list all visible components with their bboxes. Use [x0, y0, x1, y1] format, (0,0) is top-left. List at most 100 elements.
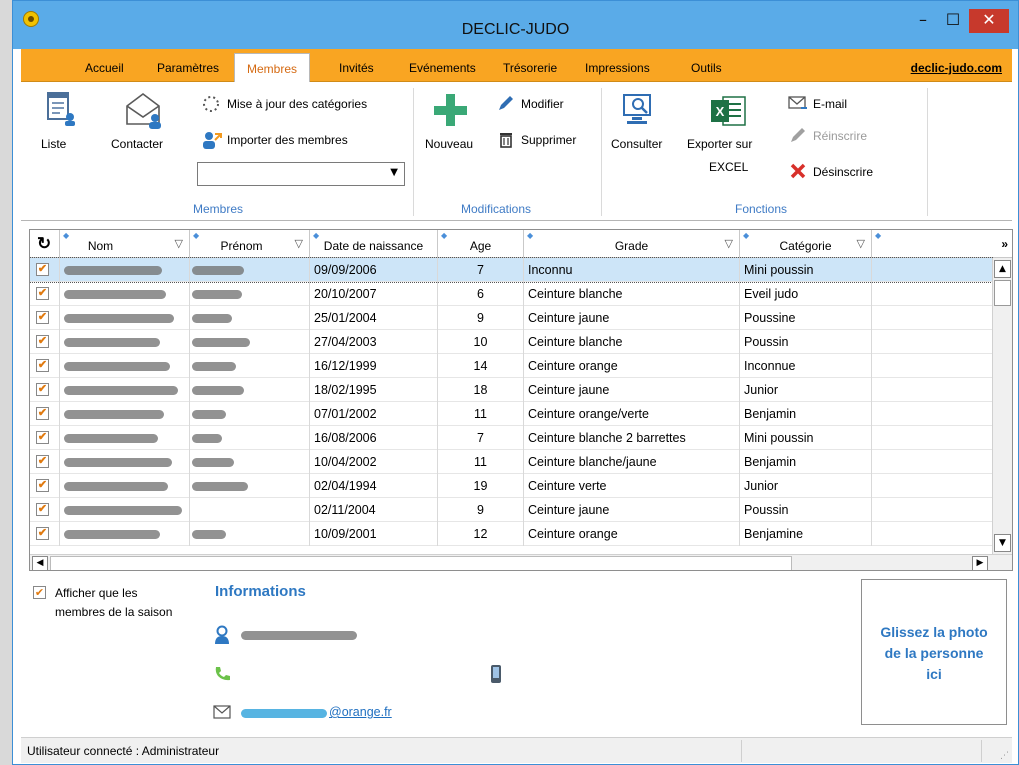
maximize-button[interactable]: ☐	[938, 9, 968, 33]
ribbon-separator	[601, 88, 602, 216]
season-only-checkbox[interactable]: ✔ Afficher que les membres de la saison	[33, 586, 203, 626]
tab-accueil[interactable]: Accueil	[85, 61, 124, 75]
header-prenom[interactable]: ◆ Prénom ▽	[190, 230, 310, 258]
more-columns-icon[interactable]: »	[1001, 237, 1008, 251]
row-checkbox-cell: ✔	[30, 498, 60, 522]
scroll-thumb[interactable]	[994, 280, 1011, 306]
email-link[interactable]: @orange.fr	[241, 705, 441, 723]
cell-prenom	[190, 282, 310, 306]
scroll-right-icon[interactable]: ▶	[972, 556, 988, 570]
filter-icon[interactable]: ▽	[295, 237, 303, 250]
desinscrire-button[interactable]: Désinscrire	[785, 162, 895, 182]
minimize-button[interactable]: –	[908, 9, 938, 33]
tab-membres[interactable]: Membres	[234, 53, 311, 83]
reinscrire-label: Réinscrire	[813, 129, 868, 143]
email-button[interactable]: E-mail	[785, 94, 885, 114]
filter-icon[interactable]: ▽	[725, 237, 733, 250]
cell-date: 16/12/1999	[310, 354, 438, 378]
table-row[interactable]: ✔ 07/01/2002 11 Ceinture orange/verte Benjam…	[30, 402, 992, 426]
table-row[interactable]: ✔ 16/12/1999 14 Ceinture orange Inconnue	[30, 354, 992, 378]
members-filter-dropdown[interactable]: ▼	[197, 162, 405, 186]
cell-categorie: Benjamine	[740, 522, 872, 546]
row-checkbox[interactable]: ✔	[36, 287, 49, 300]
tab-evenements[interactable]: Evénements	[409, 61, 476, 75]
export-excel-button[interactable]: X Exporter sur EXCEL	[681, 88, 777, 178]
contacter-button[interactable]: Contacter	[107, 88, 183, 152]
cell-nom	[60, 498, 190, 522]
header-extra[interactable]: ◆ »	[872, 230, 1012, 258]
row-checkbox[interactable]: ✔	[36, 359, 49, 372]
tab-outils[interactable]: Outils	[691, 61, 722, 75]
table-row[interactable]: ✔ 10/04/2002 11 Ceinture blanche/jaune Benja…	[30, 450, 992, 474]
table-row[interactable]: ✔ 10/09/2001 12 Ceinture orange Benjamine	[30, 522, 992, 546]
redacted-firstname	[192, 530, 226, 539]
row-checkbox[interactable]: ✔	[36, 335, 49, 348]
title-bar[interactable]: DECLIC-JUDO – ☐ ✕	[13, 1, 1018, 49]
row-checkbox[interactable]: ✔	[36, 479, 49, 492]
scroll-up-icon[interactable]: ▲	[994, 260, 1011, 278]
cell-nom	[60, 258, 190, 282]
photo-drop-zone[interactable]: Glissez la photo de la personne ici	[861, 579, 1007, 725]
table-row[interactable]: ✔ 27/04/2003 10 Ceinture blanche Poussin	[30, 330, 992, 354]
row-checkbox[interactable]: ✔	[36, 431, 49, 444]
scroll-down-icon[interactable]: ▼	[994, 534, 1011, 552]
row-checkbox[interactable]: ✔	[36, 503, 49, 516]
checkbox-checked-icon[interactable]: ✔	[33, 586, 46, 599]
row-checkbox[interactable]: ✔	[36, 383, 49, 396]
header-nom[interactable]: ◆ Nom ▽	[60, 230, 190, 258]
table-row[interactable]: ✔ 09/09/2006 7 Inconnu Mini poussin	[30, 257, 993, 283]
supprimer-button[interactable]: Supprimer	[495, 130, 595, 150]
table-row[interactable]: ✔ 02/11/2004 9 Ceinture jaune Poussin	[30, 498, 992, 522]
horizontal-scroll-thumb[interactable]	[50, 556, 792, 570]
modifier-button[interactable]: Modifier	[495, 94, 585, 114]
horizontal-scrollbar[interactable]: ◀ ▶	[30, 554, 1012, 570]
tab-parametres[interactable]: Paramètres	[157, 61, 219, 75]
row-checkbox[interactable]: ✔	[36, 455, 49, 468]
table-row[interactable]: ✔ 02/04/1994 19 Ceinture verte Junior	[30, 474, 992, 498]
liste-button[interactable]: Liste	[35, 88, 87, 152]
main-window: DECLIC-JUDO – ☐ ✕ Accueil Paramètres Mem…	[12, 0, 1019, 765]
redacted-name	[241, 631, 357, 640]
cell-date: 20/10/2007	[310, 282, 438, 306]
cell-extra	[872, 474, 992, 498]
row-checkbox[interactable]: ✔	[36, 527, 49, 540]
cell-grade: Ceinture jaune	[524, 378, 740, 402]
header-grade[interactable]: ◆ Grade ▽	[524, 230, 740, 258]
pencil-disabled-icon	[791, 128, 805, 142]
resize-grip-icon[interactable]: ⋰	[1000, 751, 1009, 761]
import-members-button[interactable]: Importer des membres	[197, 130, 397, 150]
table-row[interactable]: ✔ 20/10/2007 6 Ceinture blanche Eveil judo	[30, 282, 992, 306]
tab-impressions[interactable]: Impressions	[585, 61, 650, 75]
email-label: E-mail	[813, 97, 848, 111]
tab-tresorerie[interactable]: Trésorerie	[503, 61, 557, 75]
filter-icon[interactable]: ▽	[857, 237, 865, 250]
cell-categorie: Junior	[740, 378, 872, 402]
reinscrire-button: Réinscrire	[785, 126, 895, 146]
consulter-button[interactable]: Consulter	[605, 88, 675, 152]
header-age[interactable]: ◆ Age	[438, 230, 524, 258]
row-checkbox-cell: ✔	[30, 258, 60, 282]
website-link[interactable]: declic-judo.com	[911, 61, 1002, 75]
header-categorie[interactable]: ◆ Catégorie ▽	[740, 230, 872, 258]
vertical-scrollbar[interactable]: ▲ ▼	[992, 258, 1012, 554]
row-checkbox[interactable]: ✔	[36, 263, 49, 276]
members-grid[interactable]: ↻ ◆ Nom ▽ ◆ Prénom ▽ ◆ Date de naissance…	[29, 229, 1013, 571]
row-checkbox[interactable]: ✔	[36, 311, 49, 324]
table-row[interactable]: ✔ 16/08/2006 7 Ceinture blanche 2 barrettes…	[30, 426, 992, 450]
cell-extra	[872, 306, 992, 330]
close-button[interactable]: ✕	[969, 9, 1009, 33]
nouveau-button[interactable]: Nouveau	[419, 88, 483, 152]
tab-invites[interactable]: Invités	[339, 61, 374, 75]
row-checkbox[interactable]: ✔	[36, 407, 49, 420]
header-date[interactable]: ◆ Date de naissance	[310, 230, 438, 258]
redacted-firstname	[192, 338, 250, 347]
email-domain: @orange.fr	[329, 705, 392, 719]
scroll-left-icon[interactable]: ◀	[32, 556, 48, 570]
update-categories-button[interactable]: Mise à jour des catégories	[197, 94, 407, 114]
row-checkbox-cell: ✔	[30, 402, 60, 426]
cell-prenom	[190, 378, 310, 402]
table-row[interactable]: ✔ 18/02/1995 18 Ceinture jaune Junior	[30, 378, 992, 402]
table-row[interactable]: ✔ 25/01/2004 9 Ceinture jaune Poussine	[30, 306, 992, 330]
refresh-header[interactable]: ↻	[30, 230, 60, 258]
filter-icon[interactable]: ▽	[175, 237, 183, 250]
